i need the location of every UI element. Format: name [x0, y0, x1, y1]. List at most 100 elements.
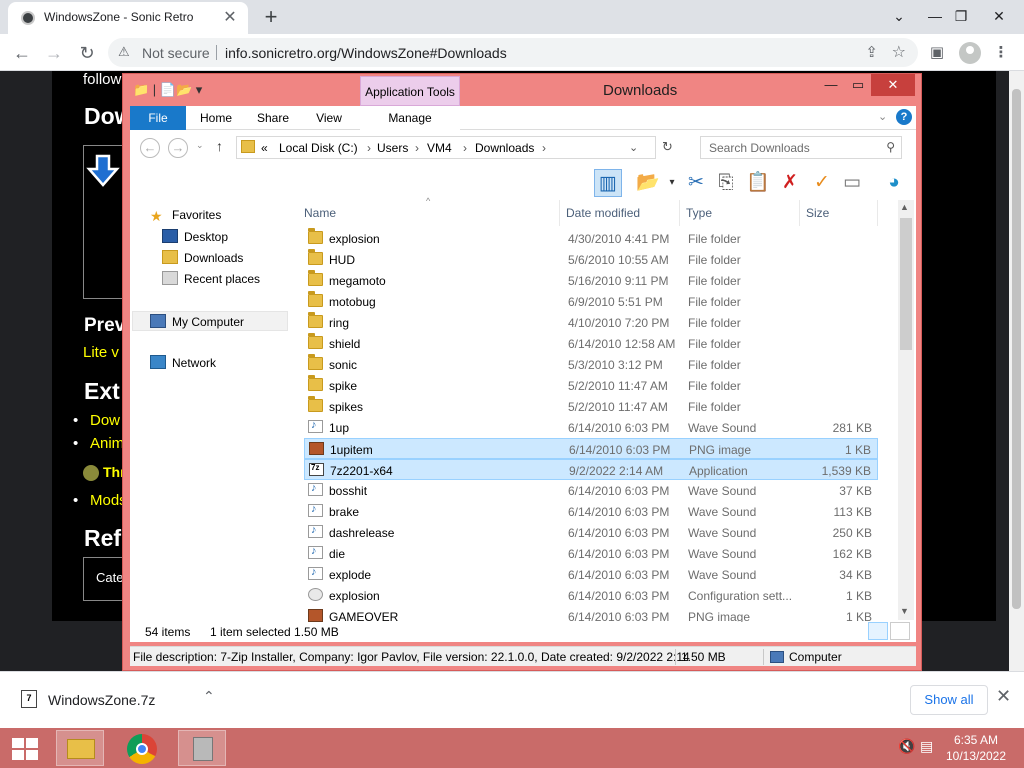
file-row[interactable]: HUD 5/6/2010 10:55 AM File folder — [304, 249, 878, 270]
breadcrumb-separator[interactable]: › — [542, 141, 546, 155]
properties-check-icon[interactable]: ✓ — [808, 169, 836, 197]
breadcrumb-downloads[interactable]: Downloads — [475, 141, 534, 155]
file-row[interactable]: explosion 6/14/2010 6:03 PM Configuration … — [304, 585, 878, 606]
explorer-forward-icon[interactable]: → — [168, 138, 188, 158]
file-row[interactable]: die 6/14/2010 6:03 PM Wave Sound 162 KB — [304, 543, 878, 564]
breadcrumb-vm4[interactable]: VM4 — [427, 141, 452, 155]
help-icon[interactable]: ? — [896, 109, 912, 125]
breadcrumb-separator[interactable]: › — [415, 141, 419, 155]
ribbon-tab-file[interactable]: File — [130, 106, 186, 130]
side-panel-icon[interactable]: ▣ — [926, 42, 948, 64]
quick-access-toolbar-icon[interactable]: 📁 | 📄📂 ▾ — [133, 82, 202, 98]
download-options-chevron-icon[interactable]: ⌃ — [203, 688, 215, 705]
file-row[interactable]: motobug 6/9/2010 5:51 PM File folder — [304, 291, 878, 312]
column-header-type[interactable]: Type — [680, 200, 800, 226]
file-row[interactable]: bosshit 6/14/2010 6:03 PM Wave Sound 37 KB — [304, 480, 878, 501]
breadcrumb-separator[interactable]: › — [463, 141, 467, 155]
security-label[interactable]: Not secure — [142, 45, 210, 61]
breadcrumb-overflow[interactable]: « — [261, 141, 268, 155]
nav-my-computer[interactable]: My Computer — [132, 311, 288, 331]
restore-button[interactable]: ❐ — [944, 0, 978, 34]
address-bar[interactable]: ⚠ Not secure info.sonicretro.org/Windows… — [108, 38, 918, 67]
refresh-icon[interactable]: ↻ — [662, 139, 673, 155]
tab-search-chevron-icon[interactable]: ⌄ — [882, 0, 916, 34]
file-row[interactable]: explosion 4/30/2010 4:41 PM File folder — [304, 228, 878, 249]
close-tab-icon[interactable]: ✕ — [220, 8, 240, 28]
file-list-scrollbar[interactable]: ▲ ▼ — [898, 200, 914, 620]
volume-muted-icon[interactable]: 🔇 — [898, 738, 915, 755]
ribbon-tab-view[interactable]: View — [306, 106, 352, 130]
copy-icon[interactable]: ⎘ — [712, 169, 740, 197]
large-icons-view-icon[interactable] — [890, 622, 910, 640]
browser-tab[interactable]: WindowsZone - Sonic Retro ✕ — [8, 2, 248, 34]
network-tray-icon[interactable]: ▤ — [920, 738, 933, 755]
file-row[interactable]: spikes 5/2/2010 11:47 AM File folder — [304, 396, 878, 417]
file-row[interactable]: dashrelease 6/14/2010 6:03 PM Wave Sound 25… — [304, 522, 878, 543]
back-icon[interactable]: ← — [9, 40, 35, 66]
search-icon[interactable]: ⚲ — [886, 140, 895, 154]
lite-link[interactable]: Lite v — [83, 344, 119, 361]
downloaded-filename[interactable]: WindowsZone.7z — [48, 692, 155, 708]
bullet-link[interactable]: Anim — [90, 435, 124, 452]
nav-network[interactable]: Network — [150, 355, 216, 375]
profile-avatar-icon[interactable] — [959, 42, 981, 64]
scroll-down-icon[interactable]: ▼ — [900, 606, 909, 616]
archive-file-icon[interactable]: 7 — [21, 690, 37, 708]
recent-locations-chevron-icon[interactable]: ⌄ — [196, 140, 204, 151]
explorer-minimize-button[interactable]: — — [817, 74, 845, 96]
share-icon[interactable]: ⇪ — [865, 43, 878, 61]
warning-icon[interactable]: ⚠ — [118, 44, 130, 60]
breadcrumb-separator[interactable]: › — [367, 141, 371, 155]
forward-icon[interactable]: → — [41, 40, 67, 66]
delete-icon[interactable]: ✗ — [776, 169, 804, 197]
file-row[interactable]: shield 6/14/2010 12:58 AM File folder — [304, 333, 878, 354]
file-row[interactable]: megamoto 5/16/2010 9:11 PM File folder — [304, 270, 878, 291]
column-header-size[interactable]: Size — [800, 200, 878, 226]
rename-icon[interactable]: ▭ — [838, 169, 866, 197]
url-text[interactable]: info.sonicretro.org/WindowsZone#Download… — [225, 45, 507, 61]
menu-kebab-icon[interactable]: ⋮ — [990, 42, 1012, 64]
cut-icon[interactable]: ✂ — [682, 169, 710, 197]
show-all-button[interactable]: Show all — [910, 685, 988, 715]
explorer-address-bar[interactable]: « Local Disk (C:) › Users › VM4 › Downlo… — [236, 136, 656, 159]
new-tab-button[interactable]: + — [258, 4, 284, 30]
file-row[interactable]: explode 6/14/2010 6:03 PM Wave Sound 34 KB — [304, 564, 878, 585]
taskbar-chrome-button[interactable] — [118, 730, 166, 766]
nav-desktop[interactable]: Desktop — [162, 229, 228, 249]
file-row[interactable]: 7z2201-x64 9/2/2022 2:14 AM Application 1,5… — [304, 459, 878, 480]
explorer-close-button[interactable]: ✕ — [871, 74, 915, 96]
file-row[interactable]: ring 4/10/2010 7:20 PM File folder — [304, 312, 878, 333]
ribbon-tab-share[interactable]: Share — [250, 106, 296, 130]
close-download-shelf-icon[interactable]: ✕ — [996, 686, 1011, 707]
up-folder-icon[interactable]: ↑ — [216, 138, 223, 154]
nav-recent-places[interactable]: Recent places — [162, 271, 260, 291]
close-window-button[interactable]: ✕ — [982, 0, 1016, 34]
taskbar-explorer-button[interactable] — [56, 730, 104, 766]
column-header-name[interactable]: Name — [298, 200, 560, 226]
network-globe-icon[interactable]: ◕ — [880, 169, 908, 197]
reload-icon[interactable]: ↻ — [74, 40, 100, 66]
scroll-up-icon[interactable]: ▲ — [900, 202, 909, 212]
ribbon-tab-manage[interactable]: Manage — [360, 106, 460, 130]
nav-downloads[interactable]: Downloads — [162, 250, 243, 270]
file-row[interactable]: brake 6/14/2010 6:03 PM Wave Sound 113 KB — [304, 501, 878, 522]
bookmark-star-icon[interactable]: ☆ — [892, 42, 906, 62]
explorer-maximize-button[interactable]: ▭ — [845, 74, 871, 96]
ribbon-expand-chevron-icon[interactable]: ⌄ — [878, 110, 887, 123]
bullet-link[interactable]: Dow — [90, 412, 120, 429]
page-scrollbar-thumb[interactable] — [1012, 89, 1021, 609]
address-dropdown-chevron-icon[interactable]: ⌄ — [629, 141, 638, 154]
file-row[interactable]: spike 5/2/2010 11:47 AM File folder — [304, 375, 878, 396]
system-clock[interactable]: 6:35 AM 10/13/2022 — [936, 732, 1016, 764]
taskbar-app-button[interactable] — [178, 730, 226, 766]
ribbon-tab-home[interactable]: Home — [192, 106, 240, 130]
explorer-back-icon[interactable]: ← — [140, 138, 160, 158]
breadcrumb-local-disk[interactable]: Local Disk (C:) — [279, 141, 358, 155]
file-row[interactable]: sonic 5/3/2010 3:12 PM File folder — [304, 354, 878, 375]
file-row[interactable]: 1up 6/14/2010 6:03 PM Wave Sound 281 KB — [304, 417, 878, 438]
page-scrollbar[interactable] — [1009, 71, 1024, 671]
file-row[interactable]: 1upitem 6/14/2010 6:03 PM PNG image 1 KB — [304, 438, 878, 459]
preview-pane-icon[interactable]: ▥ — [594, 169, 622, 197]
start-button-icon[interactable] — [12, 738, 38, 760]
details-view-icon[interactable] — [868, 622, 888, 640]
